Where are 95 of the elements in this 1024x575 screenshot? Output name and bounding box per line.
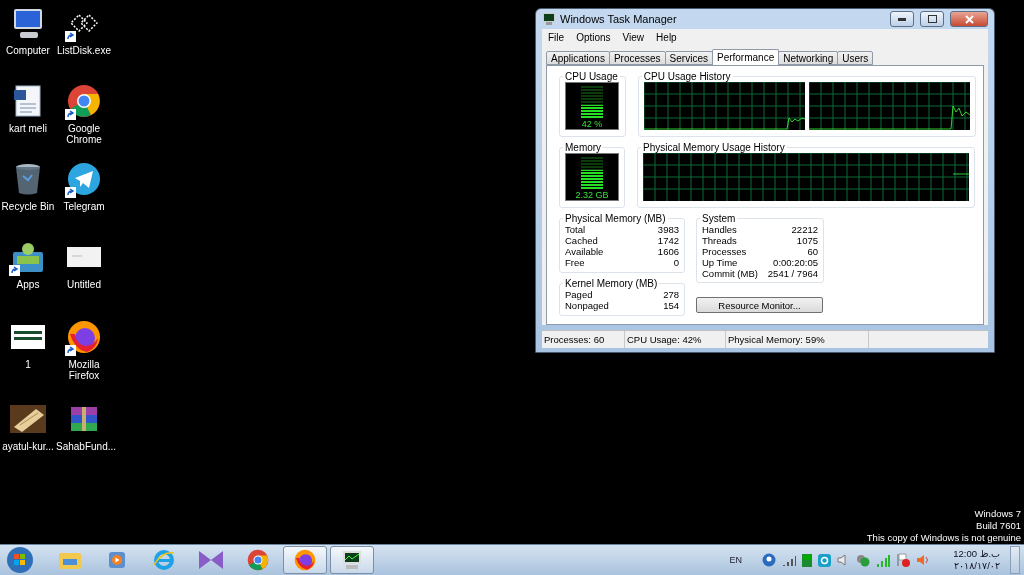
stat-label: Commit (MB) xyxy=(702,268,758,279)
stat-value: 0:00:20:05 xyxy=(773,257,818,268)
clock-date: ۲۰۱۸/۱۷/۰۲ xyxy=(953,560,1000,572)
window-title: Windows Task Manager xyxy=(560,13,678,25)
document-icon xyxy=(12,84,44,118)
chrome-icon xyxy=(247,549,269,571)
group-title: CPU Usage History xyxy=(642,71,732,82)
group-title: System xyxy=(701,213,737,224)
stat-label: Total xyxy=(565,224,586,235)
firefox-icon xyxy=(294,549,316,571)
desktop-icon-label[interactable]: Untitled xyxy=(67,279,101,290)
tab[interactable]: Performance xyxy=(711,49,780,65)
computer-icon xyxy=(11,6,45,40)
stat-label: Up Time xyxy=(702,257,738,268)
play-icon xyxy=(107,550,127,570)
stat-value: 60 xyxy=(807,246,818,257)
overlapping-rings-icon xyxy=(70,14,98,32)
resource-monitor-button[interactable]: Resource Monitor... xyxy=(696,297,823,313)
firefox-icon xyxy=(67,320,101,354)
window-thumbnail-icon xyxy=(10,323,46,351)
menu-item[interactable]: View xyxy=(616,31,651,43)
clock-time: 12:00 ب.ظ xyxy=(953,548,1000,560)
group-title: Kernel Memory (MB) xyxy=(564,278,659,289)
stat-value: 22212 xyxy=(791,224,818,235)
group-title: CPU Usage xyxy=(564,71,619,82)
desktop-icon-label[interactable]: Computer xyxy=(6,45,50,56)
blank-page-icon xyxy=(66,244,102,270)
tab[interactable]: Applications xyxy=(546,51,610,65)
monitor-icon xyxy=(340,550,364,570)
stat-label: Handles xyxy=(702,224,737,235)
stat-label: Nonpaged xyxy=(565,300,609,311)
stat-value: 1075 xyxy=(796,235,818,246)
desktop-icon-label[interactable]: ayatul-kur... xyxy=(2,441,54,452)
close-button[interactable] xyxy=(950,11,988,27)
desktop-icon-label[interactable]: Google Chrome xyxy=(56,123,112,145)
meter-reading: 2.32 GB xyxy=(575,191,609,200)
letter-e-icon xyxy=(152,549,176,571)
taskbar-button[interactable] xyxy=(330,546,374,574)
desktop-icon-label[interactable]: Telegram xyxy=(63,201,105,212)
stat-value: 278 xyxy=(663,289,679,300)
stat-label: Processes xyxy=(702,246,747,257)
stat-value: 154 xyxy=(663,300,679,311)
recycle-bin-icon xyxy=(13,162,43,196)
stat-label: Available xyxy=(565,246,604,257)
group-title: Physical Memory (MB) xyxy=(564,213,667,224)
desktop-icon-label[interactable]: 1 xyxy=(25,359,31,370)
group-title: Memory xyxy=(564,142,603,153)
tab[interactable]: Processes xyxy=(608,51,666,65)
desktop-icon-label[interactable]: Mozilla Firefox xyxy=(56,359,112,381)
status-text: Processes: 60 xyxy=(542,331,625,348)
minimize-button[interactable] xyxy=(890,11,914,27)
os-notice-text: This copy of Windows is not genuine xyxy=(866,532,1021,544)
folder-icon xyxy=(58,550,82,570)
start-button[interactable] xyxy=(4,546,36,574)
stat-label: Cached xyxy=(565,235,598,246)
stat-label: Paged xyxy=(565,289,593,300)
monitor-icon xyxy=(542,13,556,25)
stat-value: 1742 xyxy=(657,235,679,246)
desktop-icon-label[interactable]: kart meli xyxy=(9,123,47,134)
stat-value: 2541 / 7964 xyxy=(767,268,818,279)
stat-value: 3983 xyxy=(657,224,679,235)
menu-item[interactable]: File xyxy=(542,31,571,43)
os-notice-text: Windows 7 xyxy=(974,508,1021,520)
meter-reading: 42 % xyxy=(581,120,603,129)
tab[interactable]: Users xyxy=(837,51,874,65)
clock[interactable]: 12:00 ب.ظ ۲۰۱۸/۱۷/۰۲ xyxy=(946,548,1000,572)
status-text: CPU Usage: 42% xyxy=(625,331,726,348)
close-icon xyxy=(964,14,974,24)
bowtie-icon xyxy=(198,549,224,571)
desktop-icon-label[interactable]: Apps xyxy=(16,279,40,290)
language-indicator[interactable]: EN xyxy=(729,555,742,565)
tab[interactable]: Services xyxy=(664,51,713,65)
chrome-icon xyxy=(67,84,101,118)
desktop-icon-label[interactable]: ListDisk.exe xyxy=(57,45,111,56)
tab[interactable]: Networking xyxy=(778,51,839,65)
os-notice-text: Build 7601 xyxy=(976,520,1021,532)
paper-plane-icon xyxy=(67,162,101,196)
stat-value: 1606 xyxy=(657,246,679,257)
group-title: Physical Memory Usage History xyxy=(642,142,786,153)
menu-item[interactable]: Help xyxy=(650,31,683,43)
desktop-icon-label[interactable]: Recycle Bin xyxy=(1,201,55,212)
stat-label: Threads xyxy=(702,235,737,246)
stat-label: Free xyxy=(565,257,585,268)
flag-error-icon[interactable] xyxy=(896,553,910,567)
show-desktop-button[interactable] xyxy=(1010,546,1020,574)
stat-value: 0 xyxy=(673,257,679,268)
signal-bars-icon[interactable] xyxy=(782,554,796,566)
maximize-icon xyxy=(927,15,937,23)
maximize-button[interactable] xyxy=(920,11,944,27)
muted-speaker-icon[interactable] xyxy=(916,554,930,566)
minimize-icon xyxy=(898,17,906,21)
status-text: Physical Memory: 59% xyxy=(726,331,869,348)
taskbar-button[interactable] xyxy=(283,546,327,574)
folder-icon xyxy=(11,240,45,274)
menu-item[interactable]: Options xyxy=(570,31,617,43)
